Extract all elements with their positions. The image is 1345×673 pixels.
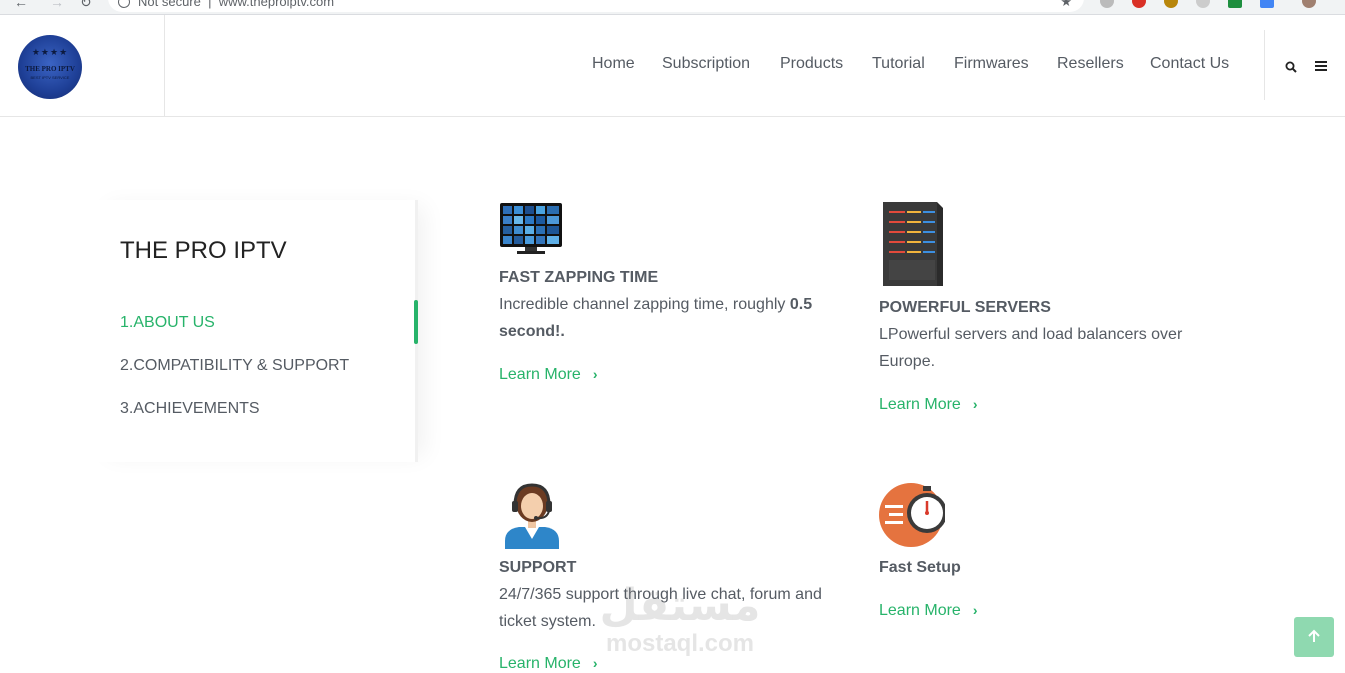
hamburger-menu-icon[interactable] [1315,61,1327,72]
nav-contact-us[interactable]: Contact Us [1150,55,1229,73]
address-bar[interactable]: Not secure | www.theproiptv.com ★ [108,0,1084,12]
learn-more-link[interactable]: Learn More › [879,602,978,620]
forward-icon[interactable]: → [50,0,64,10]
feature-title: Fast Setup [879,559,961,576]
info-icon[interactable] [118,0,130,8]
feature-title: FAST ZAPPING TIME [499,269,659,286]
about-tabs-card: THE PRO IPTV 1.ABOUT US 2.COMPATIBILITY … [90,200,418,462]
nav-tutorial[interactable]: Tutorial [872,55,925,73]
extension-icon[interactable] [1196,0,1210,8]
extension-icon[interactable] [1132,0,1146,8]
learn-more-link[interactable]: Learn More › [879,396,978,414]
feature-description: Incredible channel zapping time, roughly… [499,296,813,340]
feature-fast-setup: Fast Setup [879,559,1209,577]
learn-more-link[interactable]: Learn More › [499,655,598,673]
feature-powerful-servers: POWERFUL SERVERS LPowerful servers and l… [879,299,1209,375]
tab-achievements[interactable]: 3.ACHIEVEMENTS [120,400,260,418]
chevron-right-icon: › [972,602,978,618]
scroll-to-top-button[interactable] [1294,617,1334,657]
feature-title: POWERFUL SERVERS [879,299,1051,316]
server-icon [879,200,945,293]
stopwatch-icon [879,483,947,554]
active-tab-indicator [414,300,418,344]
nav-divider [1264,30,1265,100]
arrow-up-icon [1308,629,1320,642]
extension-icon[interactable] [1164,0,1178,8]
main-nav: Home Subscription Products Tutorial Firm… [0,55,1345,77]
tv-wall-icon [499,201,565,260]
watermark-arabic: مستقل [599,580,761,631]
profile-avatar[interactable] [1302,0,1316,8]
site-header: ★★★★ THE PRO IPTV BEST IPTV SERVICE Home… [0,15,1345,117]
tab-compatibility-support[interactable]: 2.COMPATIBILITY & SUPPORT [120,357,349,375]
extension-icon[interactable] [1260,0,1274,8]
browser-toolbar: ← → ↻ Not secure | www.theproiptv.com ★ [0,0,1345,15]
nav-home[interactable]: Home [592,55,635,73]
tab-about-us[interactable]: 1.ABOUT US [120,314,215,332]
watermark: مستقل mostaql.com [590,580,770,660]
support-agent-icon [499,481,565,554]
nav-subscription[interactable]: Subscription [662,55,750,73]
url-text: Not secure | www.theproiptv.com [138,0,335,9]
extension-icon[interactable] [1100,0,1114,8]
watermark-latin: mostaql.com [605,630,755,657]
chevron-right-icon: › [592,366,598,382]
back-icon[interactable]: ← [14,0,28,10]
feature-title: SUPPORT [499,559,577,576]
card-title: THE PRO IPTV [120,237,287,264]
chevron-right-icon: › [972,396,978,412]
learn-more-link[interactable]: Learn More › [499,366,598,384]
nav-products[interactable]: Products [780,55,843,73]
bookmark-star-icon[interactable]: ★ [1060,0,1072,10]
feature-fast-zapping: FAST ZAPPING TIME Incredible channel zap… [499,269,829,345]
extension-icon[interactable] [1228,0,1242,8]
reload-icon[interactable]: ↻ [80,0,92,11]
feature-description: LPowerful servers and load balancers ove… [879,326,1183,370]
nav-resellers[interactable]: Resellers [1057,55,1124,73]
nav-firmwares[interactable]: Firmwares [954,55,1029,73]
search-icon[interactable] [1285,60,1297,73]
